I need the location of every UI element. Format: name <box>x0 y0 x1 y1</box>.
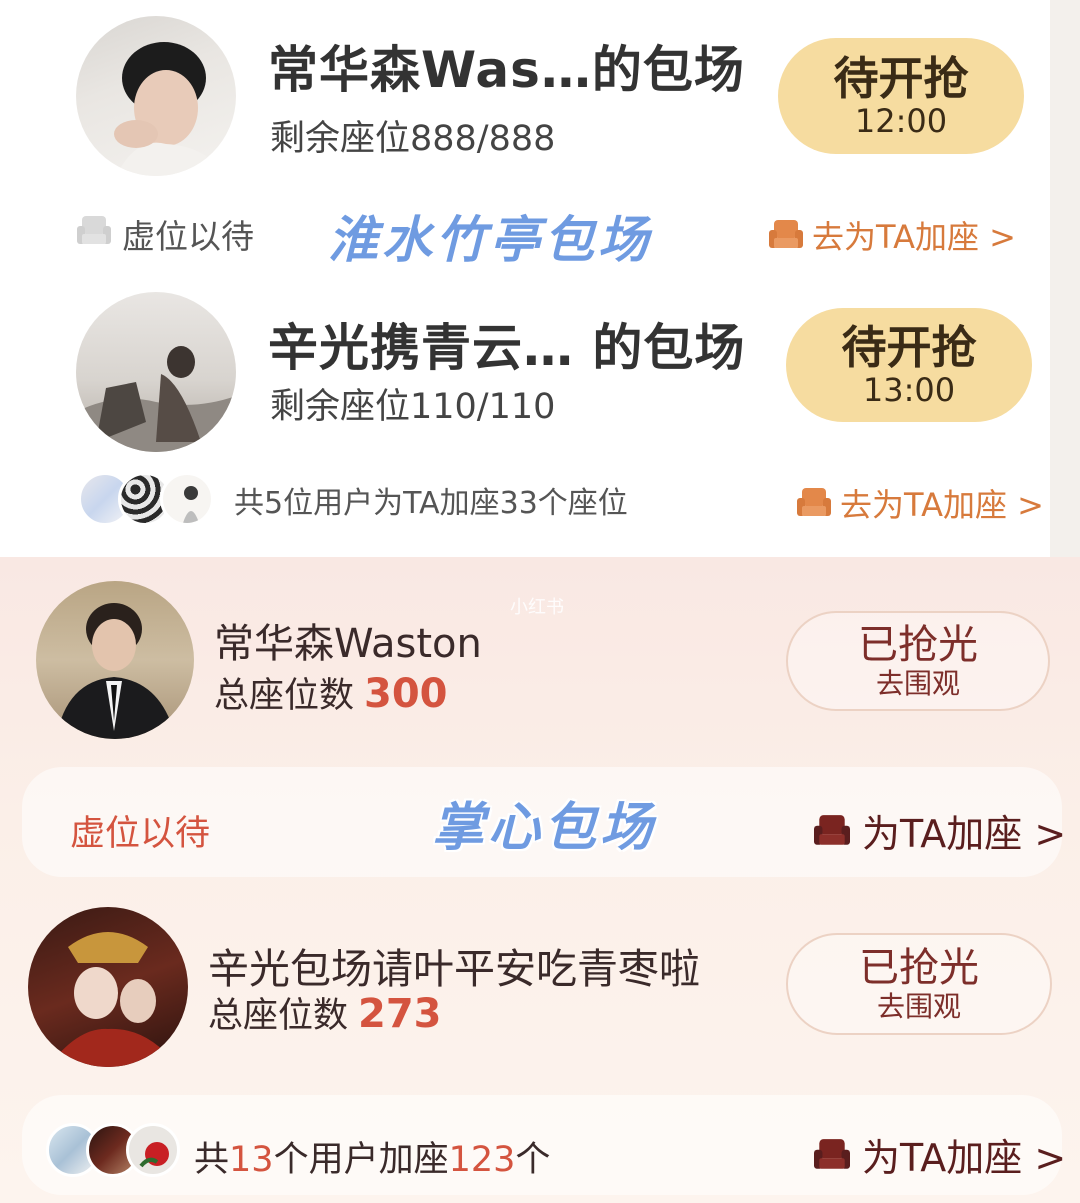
host-avatar[interactable] <box>36 581 194 739</box>
spectate-label: 去围观 <box>876 989 961 1023</box>
user-count: 13 <box>229 1140 274 1180</box>
sofa-icon <box>769 220 803 248</box>
total-seats: 总座位数 273 <box>208 987 442 1038</box>
venue-card-2: 辛光携青云… 的包场 剩余座位110/110 待开抢 13:00 共5位用户为T… <box>0 262 1050 557</box>
seat-icon <box>77 216 111 244</box>
top-section: 常华森Was…的包场 剩余座位888/888 待开抢 12:00 虚位以待 去为… <box>0 0 1080 557</box>
sofa-icon <box>797 488 831 516</box>
add-seat-link[interactable]: 为TA加座 > <box>812 1127 1066 1182</box>
button-label: 已抢光 <box>858 621 978 668</box>
sketch-image <box>183 486 199 523</box>
sofa-icon <box>814 1138 850 1169</box>
add-seat-link[interactable]: 为TA加座 > <box>812 803 1066 858</box>
sold-out-button[interactable]: 已抢光 去围观 <box>786 611 1050 711</box>
summary-middle: 个用户加座 <box>273 1140 449 1180</box>
total-seats-value: 273 <box>358 991 442 1037</box>
seat-count: 123 <box>448 1140 516 1180</box>
total-seats-label: 总座位数 <box>214 676 355 716</box>
remaining-seats: 剩余座位110/110 <box>270 387 556 427</box>
overlay-caption-bottom: 掌心包场 <box>432 797 657 858</box>
host-avatar[interactable] <box>76 292 236 452</box>
button-label: 待开抢 <box>833 51 969 105</box>
total-seats: 总座位数 300 <box>214 667 448 718</box>
summary-prefix: 共 <box>194 1140 230 1180</box>
user-avatar[interactable] <box>126 1123 180 1177</box>
add-seat-label: 去为TA加座 > <box>812 218 1016 256</box>
portrait-image <box>56 603 176 739</box>
pending-grab-button[interactable]: 待开抢 13:00 <box>786 308 1032 422</box>
watermark: 小红书 <box>510 597 564 618</box>
venue-title: 辛光携青云… 的包场 <box>268 319 746 377</box>
spectate-label: 去围观 <box>875 666 960 700</box>
add-seat-label: 为TA加座 > <box>862 1136 1067 1180</box>
portrait-image <box>114 42 226 176</box>
sofa-icon <box>814 814 850 845</box>
bottom-section: 小红书 常华森Waston 总座位数 300 已抢光 去围观 虚位以待 掌心包场 … <box>0 557 1080 1203</box>
start-time: 12:00 <box>854 102 948 141</box>
added-seat-summary: 共5位用户为TA加座33个座位 <box>234 486 628 521</box>
add-seat-label: 为TA加座 > <box>862 812 1067 856</box>
venue-title: 常华森Waston <box>214 621 482 667</box>
added-seat-summary: 共13个用户加座123个 <box>194 1131 550 1182</box>
pending-grab-button[interactable]: 待开抢 12:00 <box>778 38 1024 154</box>
host-avatar[interactable] <box>28 907 188 1067</box>
venue-title: 辛光包场请叶平安吃青枣啦 <box>208 945 700 993</box>
add-seat-label: 去为TA加座 > <box>840 486 1044 524</box>
host-avatar[interactable] <box>76 16 236 176</box>
total-seats-value: 300 <box>364 671 448 717</box>
user-avatar[interactable] <box>160 472 214 526</box>
remaining-seats: 剩余座位888/888 <box>270 119 556 159</box>
summary-suffix: 个 <box>515 1140 551 1180</box>
empty-seat-text: 虚位以待 <box>122 217 254 256</box>
add-seat-link[interactable]: 去为TA加座 > <box>796 480 1044 526</box>
landscape-image <box>76 346 236 452</box>
empty-seat-text: 虚位以待 <box>70 814 211 854</box>
costume-portrait-image <box>48 932 178 1067</box>
add-seat-link[interactable]: 去为TA加座 > <box>768 212 1016 258</box>
button-label: 待开抢 <box>841 320 977 374</box>
venue-title: 常华森Was…的包场 <box>268 41 745 99</box>
button-label: 已抢光 <box>859 944 979 991</box>
start-time: 13:00 <box>862 371 956 410</box>
sold-out-button[interactable]: 已抢光 去围观 <box>786 933 1052 1035</box>
total-seats-label: 总座位数 <box>208 996 349 1036</box>
